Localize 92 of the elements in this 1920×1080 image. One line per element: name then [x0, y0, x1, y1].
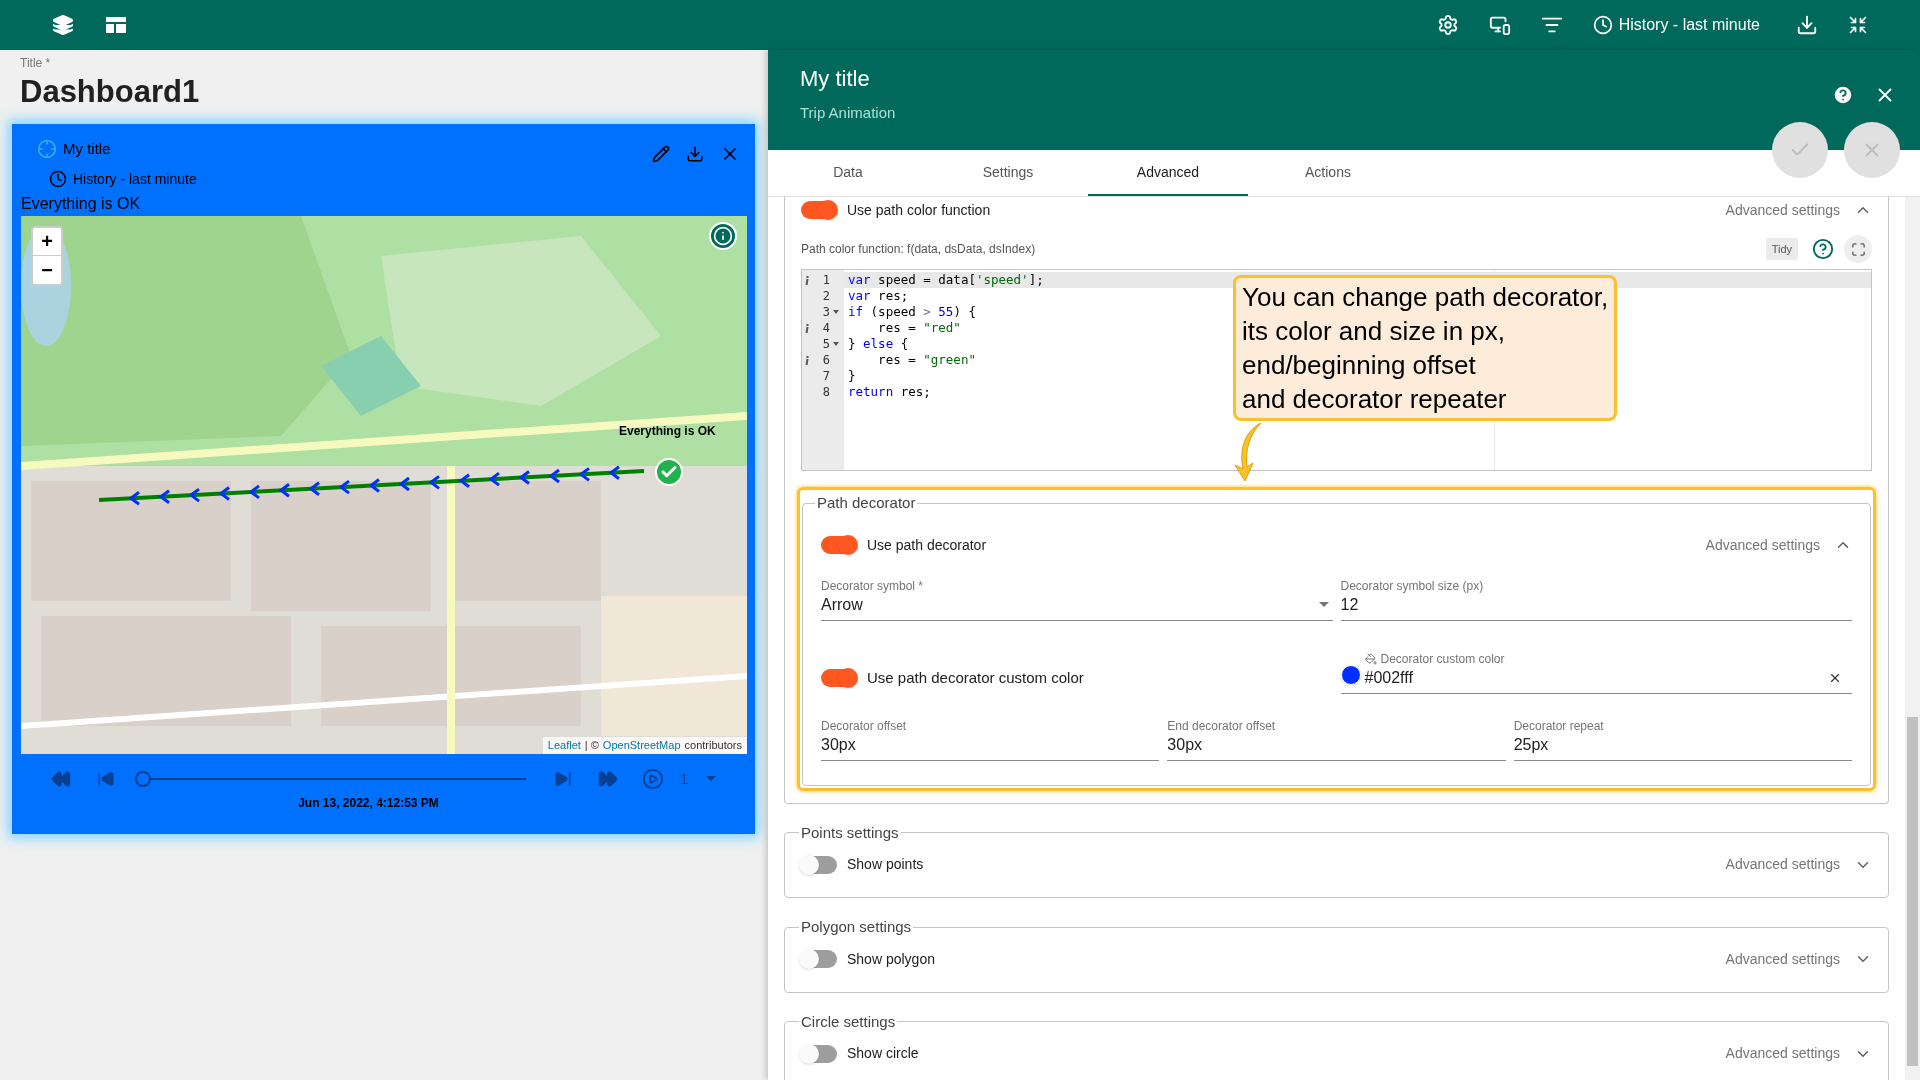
toggle-label: Use path color function	[847, 200, 992, 220]
code-line: } else {	[848, 336, 909, 352]
input-field[interactable]: End decorator offset 30px	[1167, 717, 1506, 761]
tab[interactable]: Actions	[1248, 150, 1408, 196]
fullscreen-icon[interactable]	[1844, 235, 1872, 263]
advanced-settings-label[interactable]: Advanced settings	[1725, 1043, 1840, 1064]
select-field[interactable]: Decorator symbol * Arrow	[821, 577, 1333, 621]
layout-icon[interactable]	[105, 16, 127, 34]
code-line: var res;	[848, 288, 909, 304]
tab[interactable]: Advanced	[1088, 150, 1248, 196]
help-icon[interactable]	[1812, 238, 1834, 260]
toggle-switch[interactable]	[821, 669, 857, 688]
callout: You can change path decorator, its color and size in px, end/beginning offset and decorator repeater	[1233, 275, 1618, 421]
color-field[interactable]: Decorator custom color #002fff	[1340, 650, 1852, 694]
clock-icon	[49, 170, 67, 188]
fold-arrow-icon[interactable]	[833, 310, 839, 314]
tab[interactable]: Data	[768, 150, 928, 196]
help-icon[interactable]	[1832, 84, 1854, 106]
advanced-settings-label[interactable]: Advanced settings	[1725, 948, 1840, 970]
function-label: Path color function: f(data, dsData, dsIndex)	[801, 241, 1037, 258]
advanced-settings-label[interactable]: Advanced settings	[1705, 534, 1820, 556]
editor-title: My title	[800, 65, 871, 93]
clock-icon	[1592, 15, 1613, 35]
info-marker-icon	[805, 355, 809, 365]
editor-subtitle: Trip Animation	[800, 103, 897, 123]
marker-label: Everything is OK	[619, 422, 716, 440]
toggle-switch[interactable]	[801, 855, 837, 874]
line-number: 2	[821, 288, 830, 305]
toggle-label: Show polygon	[847, 949, 936, 969]
section-legend: Polygon settings	[799, 916, 914, 939]
dashboard-title: Dashboard1	[20, 73, 201, 111]
tab[interactable]: Settings	[928, 150, 1088, 196]
openstreetmap-link[interactable]: OpenStreetMap	[602, 737, 681, 754]
toggle-label: Use path decorator	[867, 535, 988, 555]
section-legend: Path decorator	[815, 492, 918, 515]
timewindow-button[interactable]: History - last minute	[1592, 13, 1760, 37]
code-line: if (speed > 55) {	[848, 304, 976, 320]
dropdown-caret-icon	[1318, 602, 1329, 607]
code-line: var speed = data['speed'];	[848, 272, 1044, 288]
line-number: 1	[821, 272, 830, 289]
input-field[interactable]: Decorator offset 30px	[821, 717, 1160, 761]
line-number: 3	[821, 304, 830, 321]
info-marker-icon	[805, 323, 809, 333]
map[interactable]: + − Everything is OK Leaflet | © OpenStreetMap contributors	[21, 215, 747, 754]
zoom-out-button[interactable]: −	[33, 255, 61, 284]
layers-icon[interactable]	[52, 14, 74, 36]
zoom-in-button[interactable]: +	[33, 227, 61, 256]
devices-icon[interactable]	[1488, 14, 1511, 36]
line-number: 5	[821, 336, 830, 353]
download-icon[interactable]	[1796, 14, 1818, 36]
code-line: }	[848, 368, 856, 384]
leaflet-link[interactable]: Leaflet	[547, 737, 581, 754]
input-field[interactable]: Decorator symbol size (px) 12	[1340, 577, 1852, 621]
tidy-button[interactable]: Tidy	[1765, 237, 1798, 261]
dropdown-caret-icon	[706, 776, 716, 782]
line-number: 6	[821, 352, 830, 369]
scrollbar[interactable]	[1905, 197, 1920, 1080]
code-line: return res;	[848, 384, 931, 400]
title-label: Title *	[20, 56, 52, 70]
section-legend: Circle settings	[799, 1010, 898, 1033]
settings-icon[interactable]	[1436, 14, 1459, 36]
attribution-text: contributors	[684, 738, 742, 753]
toggle-switch[interactable]	[801, 950, 837, 968]
line-number: 4	[821, 320, 830, 337]
attribution-separator: | ©	[584, 738, 599, 753]
toggle-switch[interactable]	[801, 1044, 837, 1063]
advanced-settings-label[interactable]: Advanced settings	[1725, 199, 1840, 221]
line-number: 8	[821, 384, 830, 401]
widget-title: My title	[63, 139, 111, 159]
paint-bucket-icon	[1364, 652, 1377, 665]
download-icon[interactable]	[686, 145, 704, 163]
toggle-switch[interactable]	[821, 536, 857, 554]
color-swatch[interactable]	[1340, 664, 1361, 685]
line-number: 7	[821, 368, 830, 385]
toggle-label: Show circle	[847, 1044, 920, 1063]
toggle-label: Use path decorator custom color	[867, 668, 1084, 688]
input-field[interactable]: Decorator repeat 25px	[1513, 717, 1852, 761]
info-marker-icon	[805, 275, 809, 285]
widget-timewindow: History - last minute	[73, 169, 197, 189]
toggle-switch[interactable]	[801, 201, 837, 219]
slider-thumb[interactable]	[135, 770, 151, 787]
code-line: res = "green"	[877, 352, 976, 368]
exit-fullscreen-icon[interactable]	[1848, 15, 1868, 35]
advanced-settings-label[interactable]: Advanced settings	[1725, 854, 1840, 875]
section-legend: Points settings	[799, 821, 901, 844]
toggle-label: Show points	[847, 855, 925, 874]
fold-arrow-icon[interactable]	[833, 342, 839, 346]
playback-timestamp: Jun 13, 2022, 4:12:53 PM	[298, 795, 439, 812]
widget-status: Everything is OK	[21, 193, 142, 214]
code-line: res = "red"	[877, 320, 961, 336]
crosshair-icon	[37, 139, 57, 160]
edit-icon[interactable]	[652, 145, 670, 163]
